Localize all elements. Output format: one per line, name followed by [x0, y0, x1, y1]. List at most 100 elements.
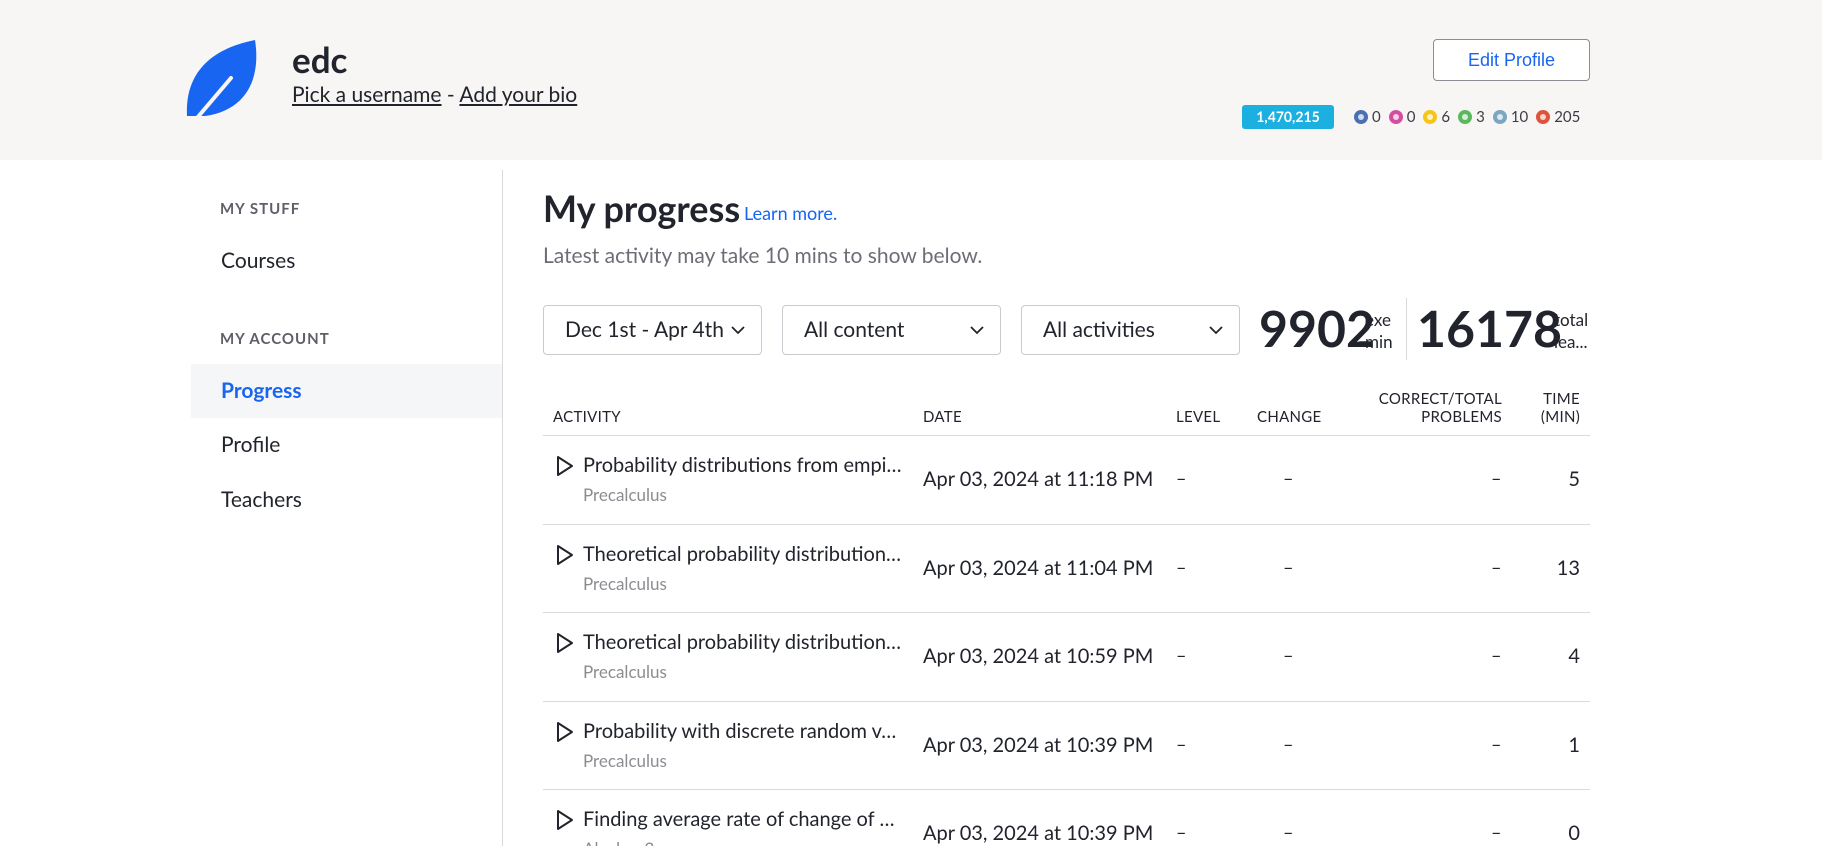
earth-badge-icon — [1458, 110, 1473, 124]
activity-change: – — [1283, 644, 1294, 666]
activity-correct: – — [1491, 555, 1502, 578]
activity-correct: – — [1491, 644, 1502, 666]
activity-course: Algebra 2 — [583, 838, 654, 846]
content-select[interactable]: All content — [782, 305, 1001, 355]
column-header-activity: ACTIVITY — [553, 408, 621, 426]
badge-meteorite-badge[interactable]: 205 — [1536, 108, 1580, 126]
activity-change: – — [1283, 732, 1294, 755]
my-stuff-heading: MY STUFF — [220, 200, 301, 218]
activity-date: Apr 03, 2024 at 10:39 PM — [923, 821, 1154, 845]
activity-course: Precalculus — [583, 484, 667, 505]
activity-title[interactable]: Theoretical probability distribution… — [583, 630, 903, 654]
activity-time: 1 — [1568, 732, 1580, 757]
activities-value: All activities — [1043, 317, 1155, 342]
column-header-correct-line-2: PROBLEMS — [1421, 408, 1502, 426]
activity-time: 5 — [1568, 467, 1580, 491]
play-icon[interactable] — [555, 544, 575, 566]
date-range-select[interactable]: Dec 1st - Apr 4th — [543, 305, 762, 355]
learn-more-link[interactable]: Learn more. — [744, 202, 837, 224]
activity-course: Precalculus — [583, 572, 667, 594]
play-icon[interactable] — [555, 632, 575, 654]
badge-moon-badge[interactable]: 10 — [1492, 108, 1529, 126]
activity-change: – — [1283, 555, 1294, 578]
sidebar-item-profile[interactable]: Profile — [191, 418, 502, 472]
table-header-divider — [543, 435, 1590, 436]
column-header-time: TIME (MIN) — [1541, 390, 1580, 426]
total-minutes-label-2: lea... — [1554, 331, 1588, 352]
activity-date: Apr 03, 2024 at 11:18 PM — [923, 467, 1154, 491]
badge-challenge-patch[interactable]: 0 — [1354, 108, 1381, 126]
activity-change: – — [1283, 821, 1294, 843]
badge-counts[interactable]: 0 0 6 3 10 205 — [1354, 106, 1584, 128]
column-header-time-line-1: TIME — [1543, 390, 1580, 408]
badge-earth-badge[interactable]: 3 — [1458, 108, 1485, 126]
sidebar-item-teachers[interactable]: Teachers — [191, 473, 502, 527]
stats-divider — [1406, 298, 1407, 360]
page-subtitle: Latest activity may take 10 mins to show… — [543, 243, 983, 268]
energy-points-badge[interactable]: 1,470,215 — [1242, 105, 1334, 129]
total-minutes-value: 16178 — [1417, 298, 1563, 358]
play-icon[interactable] — [555, 721, 575, 743]
row-divider — [543, 700, 1590, 702]
activity-time: 13 — [1556, 555, 1580, 580]
page-title: My progress — [543, 186, 741, 230]
play-icon[interactable] — [555, 455, 575, 477]
activity-change: – — [1283, 467, 1294, 489]
edit-profile-button[interactable]: Edit Profile — [1433, 39, 1590, 81]
activity-level: – — [1176, 732, 1187, 755]
meteorite-badge-icon — [1536, 110, 1551, 124]
activity-title[interactable]: Probability with discrete random v… — [583, 719, 903, 743]
column-header-level: LEVEL — [1176, 408, 1221, 426]
exercise-minutes-label-1: exe — [1365, 309, 1391, 330]
activity-correct: – — [1491, 467, 1502, 489]
activity-time: 0 — [1568, 821, 1580, 845]
column-header-correct-line-1: CORRECT/TOTAL — [1378, 390, 1502, 408]
content-value: All content — [804, 317, 905, 342]
activity-title[interactable]: Theoretical probability distribution… — [583, 542, 903, 566]
activity-date: Apr 03, 2024 at 11:04 PM — [923, 555, 1154, 580]
column-header-change: CHANGE — [1257, 408, 1322, 426]
row-divider — [543, 789, 1590, 790]
challenge-patch-icon — [1354, 110, 1368, 124]
my-account-heading: MY ACCOUNT — [220, 330, 330, 348]
activity-level: – — [1176, 821, 1187, 843]
sun-badge-icon — [1423, 110, 1438, 124]
badge-count: 10 — [1510, 108, 1529, 126]
exercise-minutes-value: 9902 — [1259, 298, 1376, 358]
activity-correct: – — [1491, 821, 1502, 843]
moon-badge-icon — [1492, 110, 1507, 124]
column-header-date: DATE — [923, 408, 962, 426]
chevron-down-icon — [970, 326, 984, 335]
profile-links: Pick a username - Add your bio — [292, 82, 577, 108]
row-divider — [543, 523, 1590, 525]
activity-course: Precalculus — [583, 661, 667, 682]
badge-sun-badge[interactable]: 6 — [1423, 108, 1450, 126]
sidebar-item-courses[interactable]: Courses — [191, 234, 502, 288]
activity-date: Apr 03, 2024 at 10:59 PM — [923, 644, 1154, 668]
play-icon[interactable] — [555, 809, 575, 831]
activity-date: Apr 03, 2024 at 10:39 PM — [923, 732, 1154, 757]
activity-correct: – — [1491, 732, 1502, 755]
activities-select[interactable]: All activities — [1021, 305, 1240, 355]
username: edc — [292, 39, 348, 81]
badge-count: 0 — [1406, 108, 1416, 126]
activity-title[interactable]: Probability distributions from empi… — [583, 453, 903, 477]
badge-count: 6 — [1441, 108, 1451, 126]
sidebar-divider — [502, 170, 503, 846]
add-bio-link[interactable]: Add your bio — [459, 82, 577, 107]
total-minutes-label-1: total — [1554, 309, 1589, 330]
link-separator: - — [446, 82, 455, 107]
activity-course: Precalculus — [583, 749, 667, 771]
activity-time: 4 — [1568, 644, 1580, 668]
badge-black-hole-badge[interactable]: 0 — [1388, 108, 1416, 126]
activity-level: – — [1176, 644, 1187, 666]
badge-count: 3 — [1476, 108, 1485, 126]
sidebar-item-progress[interactable]: Progress — [191, 364, 502, 418]
chevron-down-icon — [1209, 326, 1223, 335]
activity-title[interactable]: Finding average rate of change of … — [583, 807, 903, 831]
black-hole-badge-icon — [1388, 110, 1403, 124]
leaf-avatar-icon[interactable] — [185, 38, 265, 120]
activity-level: – — [1176, 555, 1187, 578]
pick-username-link[interactable]: Pick a username — [292, 82, 442, 107]
column-header-correct: CORRECT/TOTAL PROBLEMS — [1379, 390, 1502, 426]
